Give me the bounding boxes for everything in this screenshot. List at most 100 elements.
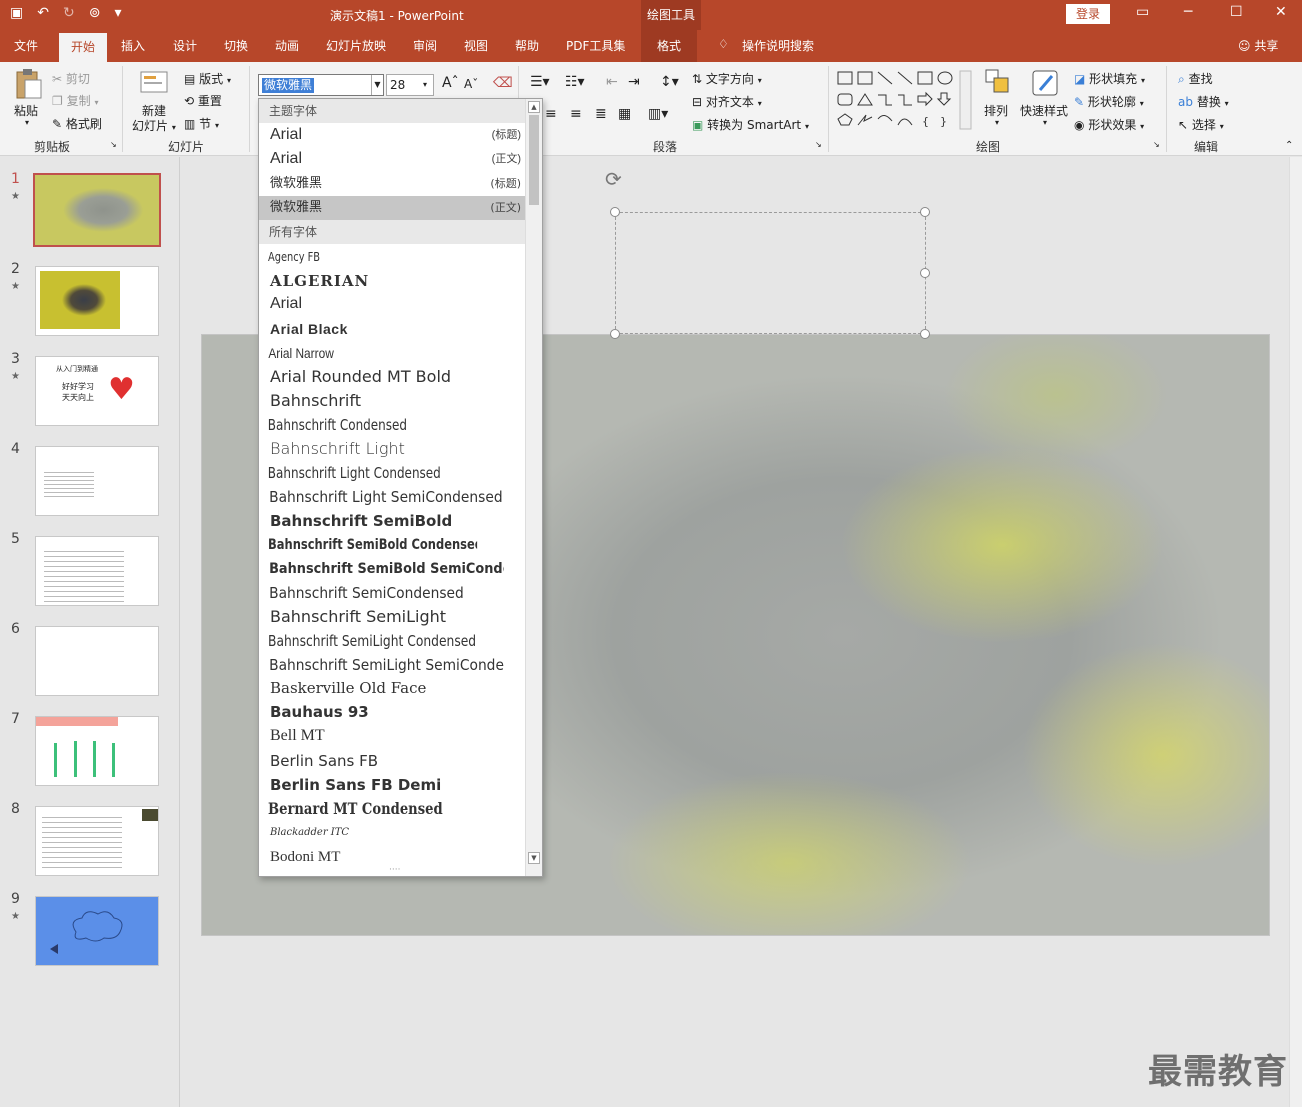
resize-handle[interactable]: [920, 207, 930, 217]
save-icon[interactable]: ▣: [10, 5, 23, 21]
font-name-combobox[interactable]: 微软雅黑 ▼: [258, 74, 384, 96]
align-center-icon[interactable]: ≡: [545, 106, 557, 122]
maximize-button[interactable]: ☐: [1230, 4, 1243, 20]
font-option[interactable]: Arial Black: [259, 317, 525, 341]
font-name-value[interactable]: 微软雅黑: [262, 78, 315, 93]
font-option[interactable]: Arial Narrow: [259, 341, 485, 365]
minimize-button[interactable]: ─: [1184, 4, 1192, 20]
decrease-indent-icon[interactable]: ⇤: [606, 74, 618, 90]
slide-thumbnail-3[interactable]: 从入门到精通 好好学习 天天向上 ♥: [35, 356, 159, 426]
text-direction-button[interactable]: ⇅ 文字方向 ▾: [692, 70, 762, 87]
tab-insert[interactable]: 插入: [121, 37, 145, 54]
new-slide-label-2[interactable]: 幻灯片 ▾: [132, 117, 176, 134]
font-option[interactable]: Berlin Sans FB: [259, 749, 525, 773]
slide-thumbnail-8[interactable]: [35, 806, 159, 876]
cut-button[interactable]: ✂ 剪切: [52, 70, 90, 87]
layout-button[interactable]: ▤ 版式 ▾: [184, 70, 231, 87]
chevron-down-icon[interactable]: ▾: [1043, 118, 1047, 127]
convert-smartart-button[interactable]: ▣ 转换为 SmartArt ▾: [692, 116, 809, 133]
tab-review[interactable]: 审阅: [413, 37, 437, 54]
selected-textbox-outline[interactable]: [615, 212, 926, 334]
close-button[interactable]: ✕: [1275, 4, 1287, 20]
select-button[interactable]: ↖ 选择 ▾: [1178, 116, 1224, 133]
tab-design[interactable]: 设计: [173, 37, 197, 54]
quick-styles-label[interactable]: 快速样式: [1020, 102, 1068, 119]
undo-icon[interactable]: ↶: [37, 5, 49, 21]
vertical-scrollbar[interactable]: [1289, 157, 1302, 1107]
font-option[interactable]: Bahnschrift SemiLight SemiConde: [259, 653, 504, 677]
font-option[interactable]: Arial (标题): [259, 123, 525, 147]
decrease-font-size-icon[interactable]: Aˇ: [464, 77, 478, 91]
rotate-handle-icon[interactable]: ⟳: [605, 167, 622, 191]
font-option[interactable]: Bernard MT Condensed: [259, 797, 477, 821]
slide-thumbnail-4[interactable]: [35, 446, 159, 516]
increase-indent-icon[interactable]: ⇥: [628, 74, 640, 90]
shape-outline-button[interactable]: ✎ 形状轮廓 ▾: [1074, 93, 1144, 110]
slide-thumbnail-9[interactable]: [35, 896, 159, 966]
font-option[interactable]: Bahnschrift Light SemiCondensed: [259, 485, 504, 509]
font-option[interactable]: Baskerville Old Face: [259, 676, 525, 700]
resize-handle[interactable]: [610, 207, 620, 217]
font-option[interactable]: 微软雅黑 (标题): [259, 172, 525, 196]
font-option[interactable]: Bahnschrift Light: [259, 437, 525, 461]
slideshow-icon[interactable]: ⊚: [89, 5, 101, 21]
font-option[interactable]: Bahnschrift: [259, 389, 525, 413]
redo-icon[interactable]: ↻: [63, 5, 75, 21]
arrange-label[interactable]: 排列: [984, 102, 1008, 119]
customize-qat-icon[interactable]: ▾: [114, 5, 121, 21]
font-option[interactable]: Bahnschrift SemiBold SemiConden: [259, 557, 504, 581]
font-option[interactable]: ALGERIAN: [259, 269, 525, 293]
scroll-down-icon[interactable]: ▼: [528, 852, 540, 864]
shape-fill-button[interactable]: ◪ 形状填充 ▾: [1074, 70, 1145, 87]
arrange-icon[interactable]: [984, 68, 1012, 99]
scrollbar-thumb[interactable]: [529, 115, 539, 205]
tab-help[interactable]: 帮助: [515, 37, 539, 54]
paragraph-launcher-icon[interactable]: ↘: [815, 140, 822, 149]
shapes-gallery[interactable]: {}: [836, 69, 974, 134]
slide-thumbnail-7[interactable]: [35, 716, 159, 786]
chevron-down-icon[interactable]: ▾: [995, 118, 999, 127]
resize-handle[interactable]: [920, 268, 930, 278]
login-button[interactable]: 登录: [1066, 4, 1110, 24]
font-option[interactable]: Berlin Sans FB Demi: [259, 773, 525, 797]
slide-thumbnail-1[interactable]: [33, 173, 161, 247]
line-spacing-icon[interactable]: ↕▾: [660, 74, 679, 90]
slide-thumbnail-6[interactable]: [35, 626, 159, 696]
tab-pdf-tools[interactable]: PDF工具集: [566, 37, 625, 54]
font-dropdown-list[interactable]: 主题字体 Arial (标题) Arial (正文) 微软雅黑 (标题) 微软雅黑 (正…: [258, 98, 543, 877]
align-right-icon[interactable]: ≡: [570, 106, 582, 122]
numbering-icon[interactable]: ☷▾: [565, 74, 585, 90]
tell-me-search[interactable]: 操作说明搜索: [742, 37, 814, 54]
font-option[interactable]: Bauhaus 93: [259, 700, 525, 724]
scroll-up-icon[interactable]: ▲: [528, 101, 540, 113]
quick-styles-icon[interactable]: [1030, 68, 1060, 101]
tab-view[interactable]: 视图: [464, 37, 488, 54]
resize-handle[interactable]: [610, 329, 620, 339]
slide-thumbnail-5[interactable]: [35, 536, 159, 606]
font-list-scrollbar[interactable]: ▲ ▼: [525, 99, 542, 876]
font-option[interactable]: Bahnschrift SemiBold: [259, 509, 525, 533]
tab-transitions[interactable]: 切换: [224, 37, 248, 54]
slide-thumbnail-panel[interactable]: 1 ★ 2 ★ 3 ★ 从入门到精通 好好学习 天天向上 ♥ 4 5 6 7 8…: [0, 157, 180, 1107]
chevron-down-icon[interactable]: ▾: [423, 80, 427, 89]
clear-formatting-icon[interactable]: ⌫: [493, 75, 513, 91]
shape-effects-button[interactable]: ◉ 形状效果 ▾: [1074, 116, 1144, 133]
font-option[interactable]: Bahnschrift SemiBold Condensed: [259, 533, 477, 557]
tab-animations[interactable]: 动画: [275, 37, 299, 54]
slide-thumbnail-2[interactable]: [35, 266, 159, 336]
font-option[interactable]: Blackadder ITC: [259, 821, 525, 845]
paste-dropdown-icon[interactable]: ▾: [25, 118, 29, 127]
font-option[interactable]: Bahnschrift SemiLight Condensed: [259, 629, 477, 653]
justify-icon[interactable]: ≣: [595, 106, 607, 122]
font-option[interactable]: Bell MT: [259, 724, 525, 748]
font-option[interactable]: Bahnschrift Light Condensed: [259, 461, 472, 485]
font-option[interactable]: Bahnschrift SemiCondensed: [259, 581, 504, 605]
ribbon-display-options-icon[interactable]: ▭: [1136, 4, 1149, 20]
reset-button[interactable]: ⟲ 重置: [184, 92, 222, 109]
font-option[interactable]: Arial: [259, 292, 525, 316]
increase-font-size-icon[interactable]: Aˆ: [442, 75, 459, 91]
font-size-combobox[interactable]: 28 ▾: [386, 74, 434, 96]
bullets-icon[interactable]: ☰▾: [530, 74, 550, 90]
tab-file[interactable]: 文件: [14, 37, 38, 54]
chevron-down-icon[interactable]: ▼: [371, 75, 383, 95]
